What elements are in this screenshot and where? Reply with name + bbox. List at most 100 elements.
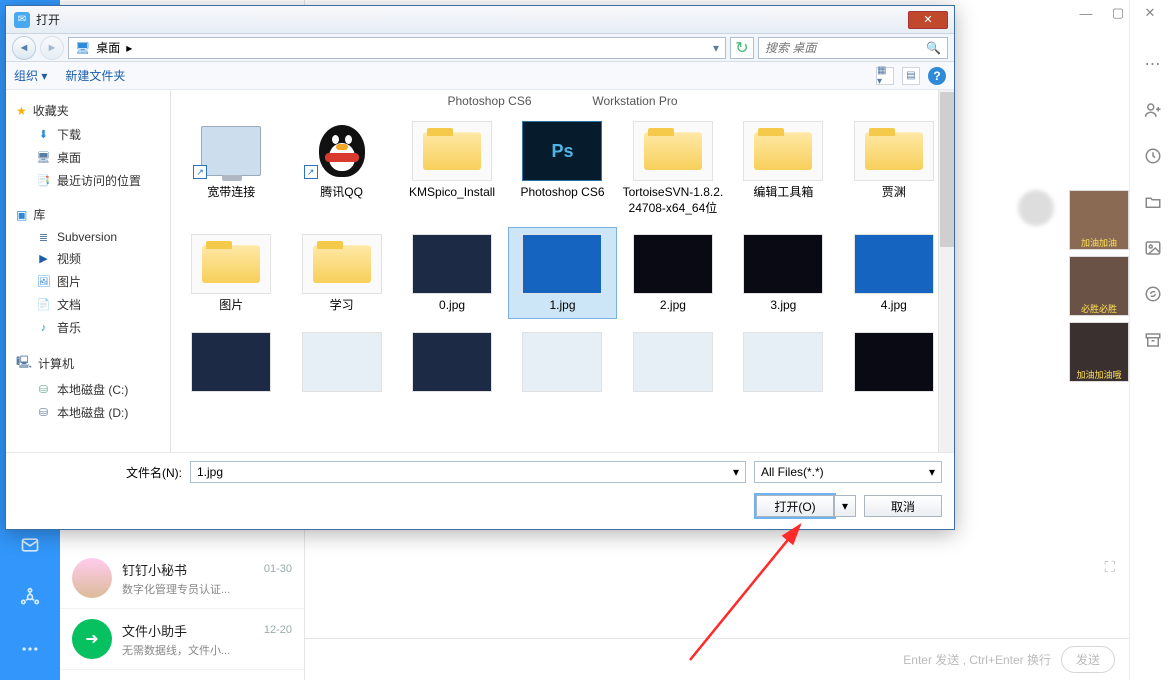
sidebar-item[interactable]: 📄文档: [10, 293, 166, 316]
file-item[interactable]: KMSpico_Install: [398, 114, 506, 221]
file-label: 腾讯QQ: [320, 185, 363, 201]
sticker-thumb[interactable]: 必胜必胜: [1069, 256, 1129, 316]
expand-icon[interactable]: ⛶: [1104, 559, 1115, 576]
file-item[interactable]: [398, 325, 506, 416]
chevron-down-icon[interactable]: ▾: [733, 465, 739, 479]
search-input[interactable]: 🔍: [758, 37, 948, 59]
preview-pane-button[interactable]: ▤: [902, 67, 920, 85]
truncated-label: Photoshop CS6: [447, 94, 531, 108]
back-button[interactable]: ◄: [12, 36, 36, 60]
file-item[interactable]: [619, 325, 727, 416]
scrollbar-thumb[interactable]: [940, 92, 954, 247]
organize-menu[interactable]: 组织 ▾: [14, 67, 47, 84]
file-list[interactable]: Photoshop CS6 Workstation Pro ↗宽带连接↗腾讯QQ…: [171, 90, 954, 452]
file-item[interactable]: [840, 325, 948, 416]
chevron-down-icon[interactable]: ▾: [713, 41, 719, 55]
filename-input[interactable]: 1.jpg▾: [190, 461, 746, 483]
view-options-button[interactable]: ▦ ▾: [876, 67, 894, 85]
sidebar-item-label: 图片: [57, 273, 81, 290]
chevron-right-icon[interactable]: ▸: [126, 41, 132, 55]
sidebar-library-header[interactable]: ▣库: [10, 202, 166, 227]
sidebar-item-label: 下载: [57, 126, 81, 143]
right-rail: ⋯: [1129, 0, 1175, 680]
file-label: 4.jpg: [881, 298, 907, 314]
scrollbar[interactable]: [938, 90, 954, 452]
file-item[interactable]: 1.jpg: [508, 227, 616, 319]
image-icon[interactable]: [1144, 239, 1162, 257]
image-thumbnail-icon: [522, 332, 602, 392]
open-split-button[interactable]: ▾: [834, 495, 856, 517]
add-user-icon[interactable]: [1144, 101, 1162, 119]
path-bar[interactable]: 🖥 桌面 ▸ ▾: [68, 37, 726, 59]
network-icon[interactable]: [19, 586, 41, 608]
file-item[interactable]: [729, 325, 837, 416]
dialog-sidebar: ★收藏夹 ⬇下载🖥桌面📑最近访问的位置 ▣库 ≣Subversion▶视频🖼图片…: [6, 90, 171, 452]
qq-icon: ↗: [302, 121, 382, 181]
more-icon[interactable]: ⋯: [1144, 55, 1162, 73]
file-item[interactable]: [287, 325, 395, 416]
sidebar-item[interactable]: 📑最近访问的位置: [10, 169, 166, 192]
archive-icon[interactable]: [1144, 331, 1162, 349]
connection-icon: ↗: [191, 121, 271, 181]
search-field[interactable]: [765, 41, 915, 55]
help-icon[interactable]: ?: [928, 67, 946, 85]
file-item[interactable]: ↗宽带连接: [177, 114, 285, 221]
forward-button[interactable]: ►: [40, 36, 64, 60]
conversation-preview: 数字化管理专员认证...: [122, 581, 292, 597]
conversation-item[interactable]: 钉钉小秘书01-30 数字化管理专员认证...: [60, 548, 304, 609]
chevron-down-icon[interactable]: ▾: [929, 465, 935, 479]
clock-icon[interactable]: [1144, 147, 1162, 165]
sidebar-item[interactable]: 🖥桌面: [10, 146, 166, 169]
dialog-title: 打开: [36, 11, 60, 28]
sidebar-item[interactable]: 🖼图片: [10, 270, 166, 293]
sidebar-item[interactable]: ♪音乐: [10, 316, 166, 339]
open-button[interactable]: 打开(O): [756, 495, 834, 517]
file-item[interactable]: 3.jpg: [729, 227, 837, 319]
filetype-select[interactable]: All Files(*.*)▾: [754, 461, 942, 483]
sticker-thumb[interactable]: 加油加油哦: [1069, 322, 1129, 382]
cancel-button[interactable]: 取消: [864, 495, 942, 517]
sidebar-item[interactable]: ⛁本地磁盘 (D:): [10, 401, 166, 424]
file-item[interactable]: [508, 325, 616, 416]
sidebar-item-icon: 🖥: [36, 151, 51, 165]
file-item[interactable]: PsPhotoshop CS6: [508, 114, 616, 221]
send-button[interactable]: 发送: [1061, 646, 1115, 673]
sidebar-favorites-header[interactable]: ★收藏夹: [10, 98, 166, 123]
file-item[interactable]: 图片: [177, 227, 285, 319]
minimize-button[interactable]: —: [1079, 6, 1093, 20]
sidebar-item-icon: 📄: [36, 298, 51, 312]
close-button[interactable]: ✕: [1143, 6, 1157, 20]
file-item[interactable]: ↗ 腾讯QQ: [287, 114, 395, 221]
more-icon[interactable]: [19, 638, 41, 660]
sticker-thumb[interactable]: 加油加油: [1069, 190, 1129, 250]
conversation-name: 钉钉小秘书: [122, 560, 187, 579]
link-icon[interactable]: [1144, 285, 1162, 303]
file-label: 图片: [219, 298, 243, 314]
sidebar-item[interactable]: ⛁本地磁盘 (C:): [10, 378, 166, 401]
file-item[interactable]: 贾渊: [840, 114, 948, 221]
conversation-item[interactable]: ➜ 文件小助手12-20 无需数据线，文件小...: [60, 609, 304, 670]
sidebar-item[interactable]: ⬇下载: [10, 123, 166, 146]
file-item[interactable]: TortoiseSVN-1.8.2.24708-x64_64位: [619, 114, 727, 221]
sidebar-computer-header[interactable]: 🖳计算机: [10, 349, 166, 378]
avatar: [72, 558, 112, 598]
new-folder-button[interactable]: 新建文件夹: [65, 67, 125, 84]
file-item[interactable]: 4.jpg: [840, 227, 948, 319]
path-segment[interactable]: 桌面: [96, 39, 120, 56]
file-item[interactable]: 0.jpg: [398, 227, 506, 319]
file-item[interactable]: 2.jpg: [619, 227, 727, 319]
refresh-button[interactable]: ↻: [730, 37, 754, 59]
file-label: 贾渊: [882, 185, 906, 201]
dialog-close-button[interactable]: ✕: [908, 11, 948, 29]
file-label: 2.jpg: [660, 298, 686, 314]
sidebar-item[interactable]: ▶视频: [10, 247, 166, 270]
maximize-button[interactable]: ▢: [1111, 6, 1125, 20]
search-icon[interactable]: 🔍: [926, 41, 941, 55]
folder-icon[interactable]: [1144, 193, 1162, 211]
file-item[interactable]: 学习: [287, 227, 395, 319]
sidebar-item-label: 最近访问的位置: [57, 172, 141, 189]
message-icon[interactable]: [19, 534, 41, 556]
sidebar-item[interactable]: ≣Subversion: [10, 227, 166, 247]
file-item[interactable]: [177, 325, 285, 416]
file-item[interactable]: 编辑工具箱: [729, 114, 837, 221]
